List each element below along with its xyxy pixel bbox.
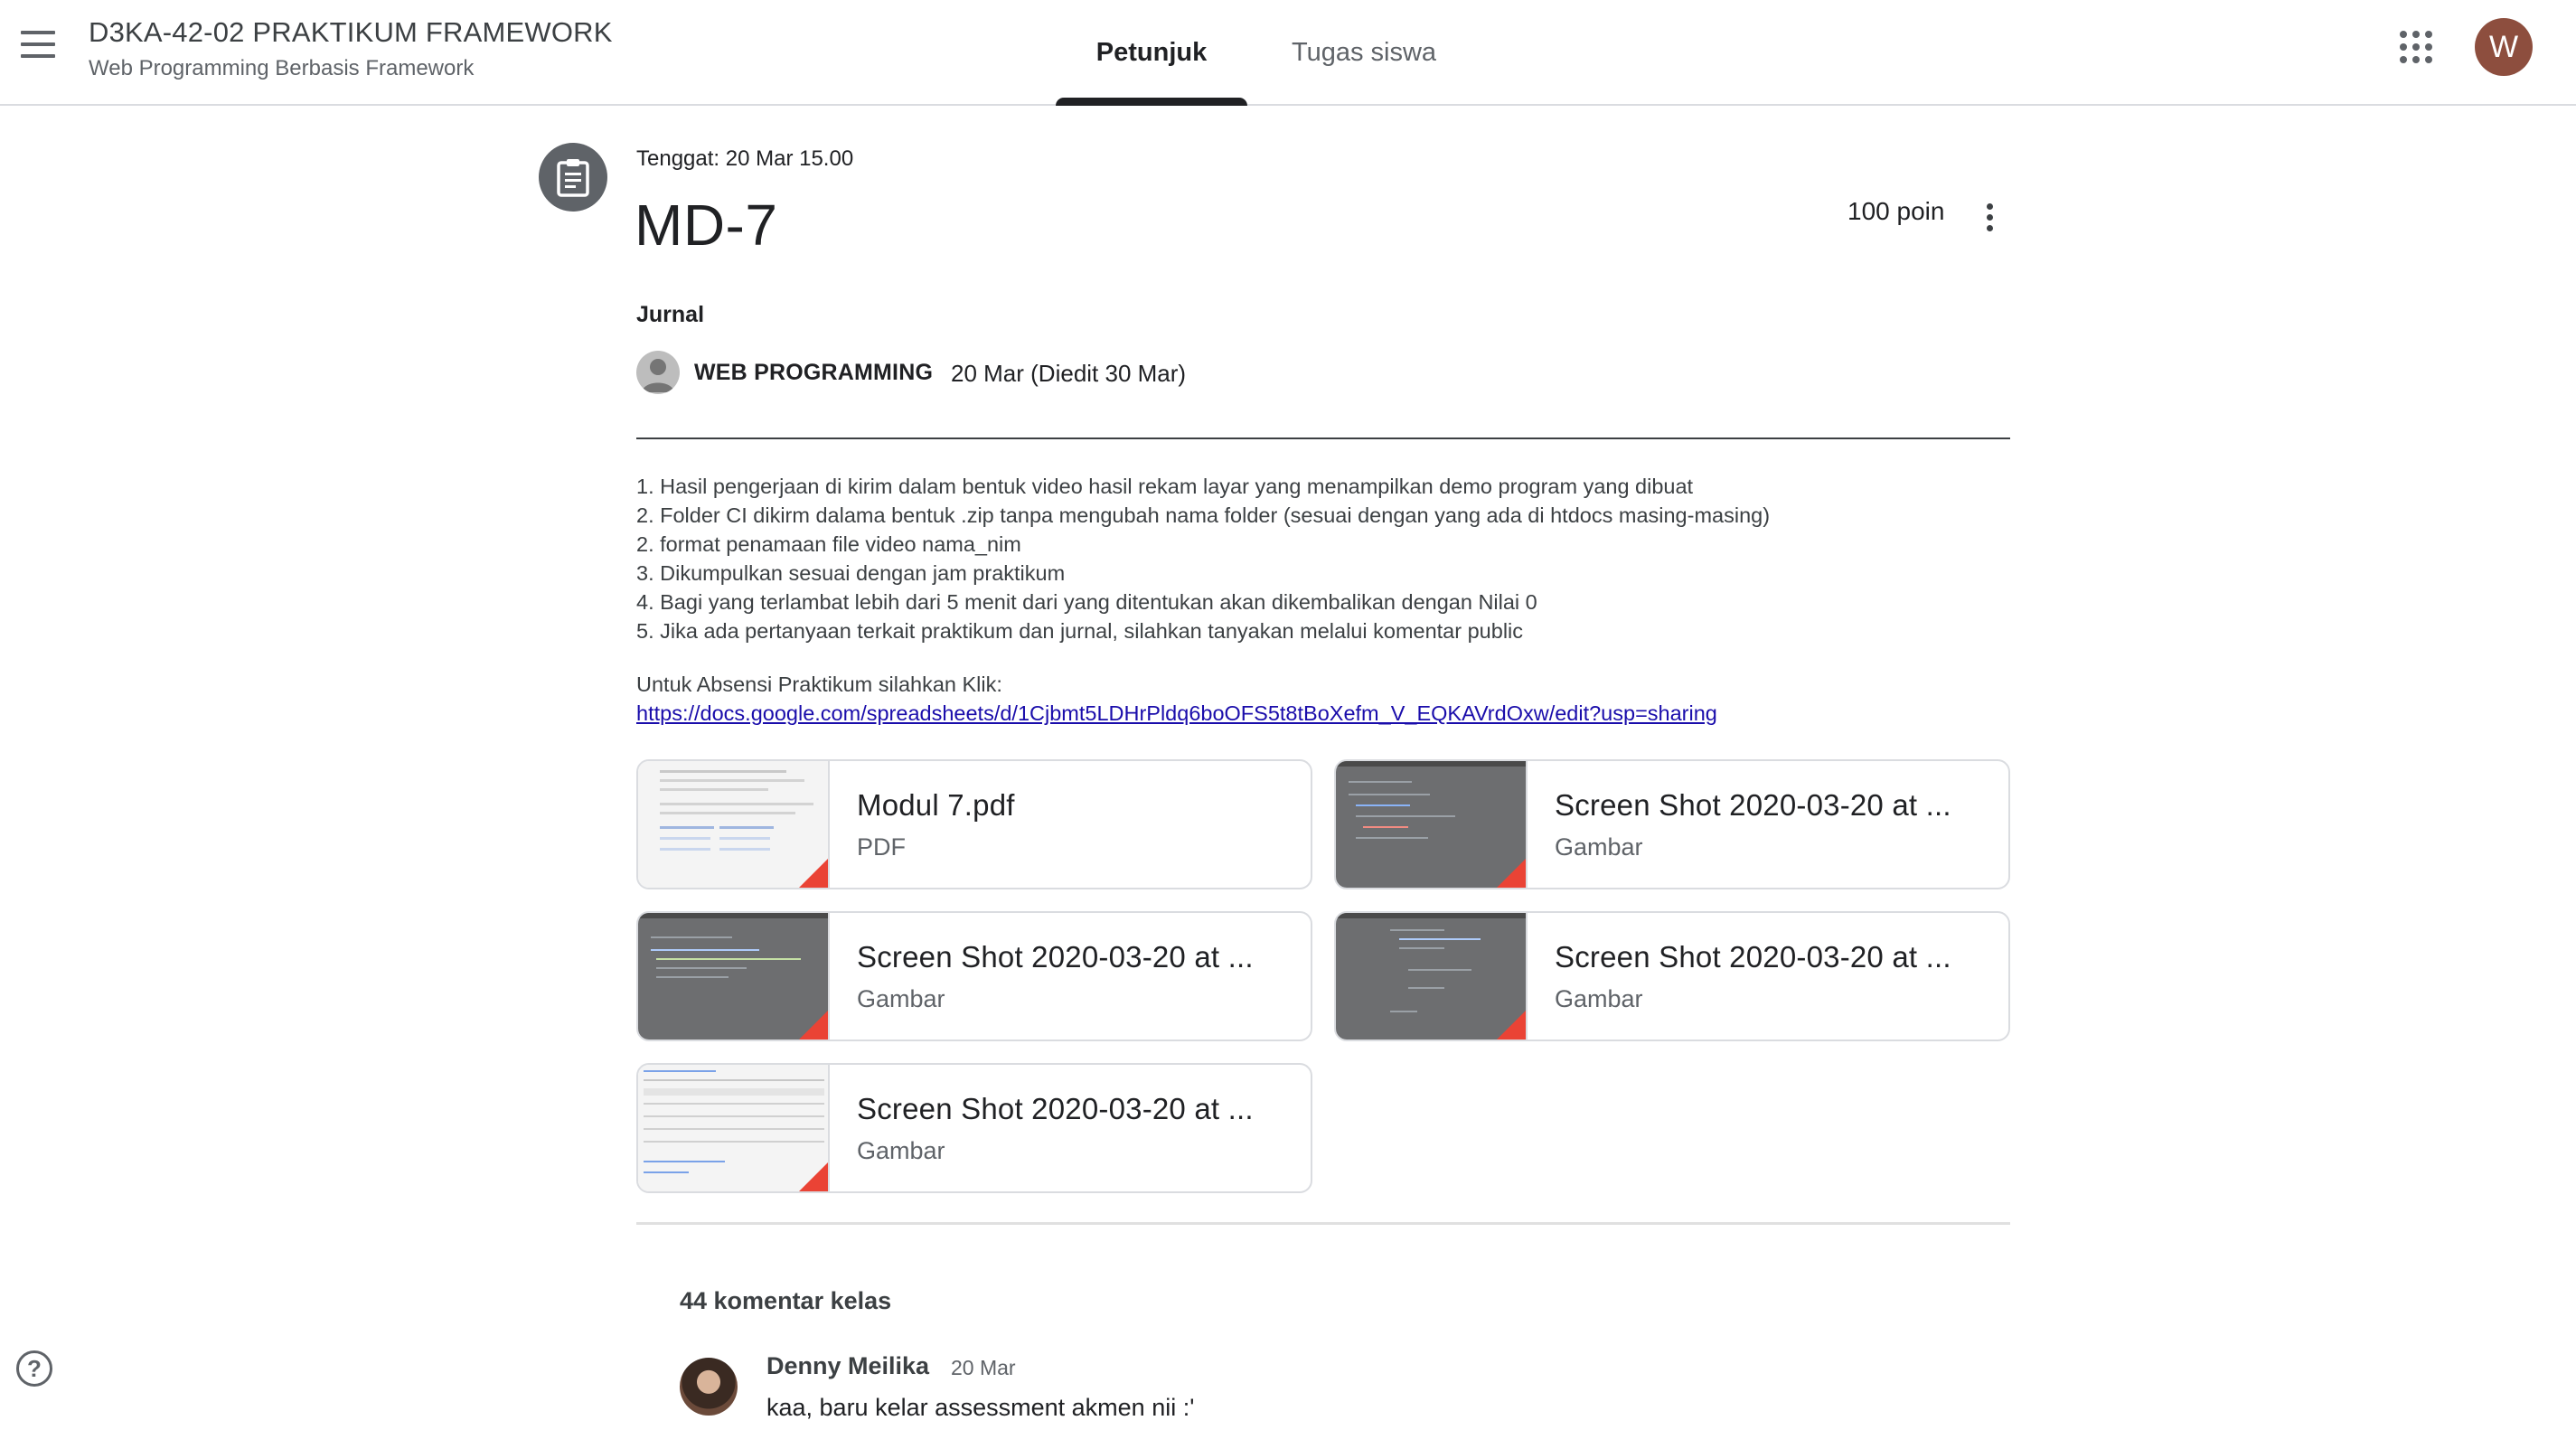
attachment-thumbnail [638, 913, 830, 1040]
attachment-type: PDF [857, 833, 906, 861]
assignment-clipboard-icon [539, 143, 607, 212]
help-icon[interactable]: ? [16, 1350, 52, 1387]
attachment-name: Screen Shot 2020-03-20 at ... [857, 1092, 1254, 1125]
comment-date: 20 Mar [951, 1356, 1016, 1379]
attachment-type: Gambar [1555, 985, 1643, 1012]
course-subtitle: Web Programming Berbasis Framework [89, 56, 475, 80]
course-title[interactable]: D3KA-42-02 PRAKTIKUM FRAMEWORK [89, 16, 613, 49]
tab-tugas-siswa[interactable]: Tugas siswa [1265, 0, 1462, 106]
comment-text: kaa, baru kelar assessment akmen nii :' [766, 1394, 1195, 1421]
header-divider [636, 437, 2010, 439]
attachment-thumbnail [638, 761, 830, 888]
due-date: Tenggat: 20 Mar 15.00 [636, 146, 854, 171]
post-date: 20 Mar (Diedit 30 Mar) [951, 360, 1187, 387]
tab-petunjuk[interactable]: Petunjuk [1056, 0, 1247, 106]
attachment-type: Gambar [1555, 833, 1643, 861]
assignment-title: MD-7 [635, 193, 778, 258]
instruction-line: 1. Hasil pengerjaan di kirim dalam bentu… [636, 475, 1694, 498]
active-tab-indicator [1056, 98, 1247, 106]
instruction-line: 5. Jika ada pertanyaan terkait praktikum… [636, 619, 1524, 643]
comment-author: Denny Meilika [766, 1352, 930, 1379]
hamburger-menu-icon[interactable] [20, 31, 56, 63]
instruction-line: 2. Folder CI dikirm dalama bentuk .zip t… [636, 503, 1771, 527]
account-avatar[interactable]: W [2475, 18, 2533, 76]
attachment-type: Gambar [857, 985, 945, 1012]
attachment-card[interactable]: Screen Shot 2020-03-20 at ... Gambar [1334, 759, 2010, 889]
attachment-card[interactable]: Screen Shot 2020-03-20 at ... Gambar [636, 1063, 1312, 1193]
attachment-thumbnail [638, 1065, 830, 1191]
instruction-line: 2. format penamaan file video nama_nim [636, 532, 1021, 556]
attachment-card[interactable]: Screen Shot 2020-03-20 at ... Gambar [1334, 911, 2010, 1041]
attachment-name: Screen Shot 2020-03-20 at ... [1555, 940, 1951, 974]
comment-author-avatar [680, 1358, 738, 1416]
attachment-card[interactable]: Modul 7.pdf PDF [636, 759, 1312, 889]
attendance-label: Untuk Absensi Praktikum silahkan Klik: [636, 673, 1002, 696]
attendance-link[interactable]: https://docs.google.com/spreadsheets/d/1… [636, 701, 1717, 726]
instructions-text: 1. Hasil pengerjaan di kirim dalam bentu… [636, 472, 1770, 645]
points-label: 100 poin [1847, 197, 1945, 225]
class-comments-count[interactable]: 44 komentar kelas [680, 1287, 891, 1315]
attachment-name: Modul 7.pdf [857, 788, 1015, 822]
attachment-thumbnail [1336, 913, 1528, 1040]
comments-divider [636, 1222, 2010, 1225]
attachment-type: Gambar [857, 1137, 945, 1164]
author-avatar [636, 351, 680, 394]
author-name: WEB PROGRAMMING [694, 360, 934, 385]
attachment-card[interactable]: Screen Shot 2020-03-20 at ... Gambar [636, 911, 1312, 1041]
instruction-line: 3. Dikumpulkan sesuai dengan jam praktik… [636, 561, 1066, 585]
attachment-name: Screen Shot 2020-03-20 at ... [1555, 788, 1951, 822]
attachment-name: Screen Shot 2020-03-20 at ... [857, 940, 1254, 974]
top-app-bar: D3KA-42-02 PRAKTIKUM FRAMEWORK Web Progr… [0, 0, 2576, 106]
topic-label: Jurnal [636, 302, 705, 327]
attachment-thumbnail [1336, 761, 1528, 888]
instruction-line: 4. Bagi yang terlambat lebih dari 5 meni… [636, 590, 1537, 614]
more-options-icon[interactable] [1976, 201, 2003, 237]
apps-grid-icon[interactable] [2400, 31, 2432, 63]
